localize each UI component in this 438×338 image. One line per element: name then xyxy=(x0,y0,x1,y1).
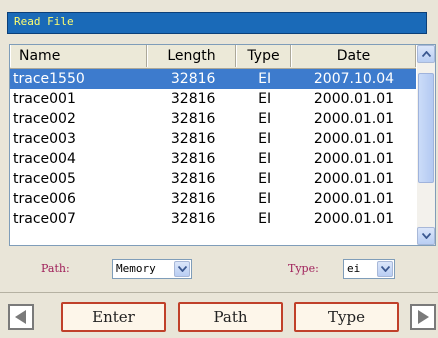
table-row[interactable]: trace1550 32816 EI 2007.10.04 xyxy=(10,69,416,89)
table-row[interactable]: trace004 32816 EI 2000.01.01 xyxy=(10,149,416,169)
cell-name: trace003 xyxy=(13,131,76,147)
chevron-down-icon xyxy=(380,266,390,272)
table-body: trace1550 32816 EI 2007.10.04 trace001 3… xyxy=(10,69,416,229)
function-button-bar: Enter Path Type xyxy=(0,300,438,334)
cell-date: 2000.01.01 xyxy=(313,171,395,187)
cell-date: 2000.01.01 xyxy=(313,111,395,127)
table-row[interactable]: trace002 32816 EI 2000.01.01 xyxy=(10,109,416,129)
type-label: Type: xyxy=(288,262,319,275)
cell-length: 32816 xyxy=(170,131,216,147)
cell-type: EI xyxy=(258,211,272,227)
cell-type: EI xyxy=(258,91,272,107)
cell-length: 32816 xyxy=(170,71,216,87)
chevron-down-icon xyxy=(177,266,187,272)
prev-button[interactable] xyxy=(8,304,34,330)
path-select[interactable]: Memory xyxy=(112,259,192,279)
path-button[interactable]: Path xyxy=(178,302,283,332)
cell-name: trace007 xyxy=(13,211,76,227)
cell-length: 32816 xyxy=(170,171,216,187)
cell-type: EI xyxy=(258,151,272,167)
cell-name: trace004 xyxy=(13,151,76,167)
cell-type: EI xyxy=(258,171,272,187)
cell-name: trace005 xyxy=(13,171,76,187)
cell-length: 32816 xyxy=(170,111,216,127)
cell-length: 32816 xyxy=(170,211,216,227)
window-title-bar: Read File xyxy=(7,12,427,34)
column-header-length[interactable]: Length xyxy=(147,45,236,67)
path-label: Path: xyxy=(41,262,70,275)
enter-button[interactable]: Enter xyxy=(61,302,166,332)
next-button[interactable] xyxy=(410,304,436,330)
triangle-right-icon xyxy=(418,310,429,324)
scroll-up-button[interactable] xyxy=(417,45,435,63)
triangle-up-icon xyxy=(421,51,431,57)
scroll-down-button[interactable] xyxy=(417,227,435,245)
cell-type: EI xyxy=(258,191,272,207)
window-title: Read File xyxy=(14,15,74,28)
cell-date: 2000.01.01 xyxy=(313,91,395,107)
cell-date: 2000.01.01 xyxy=(313,191,395,207)
path-dropdown-button[interactable] xyxy=(174,261,190,277)
table-row[interactable]: trace005 32816 EI 2000.01.01 xyxy=(10,169,416,189)
vertical-scrollbar[interactable] xyxy=(417,45,435,245)
cell-date: 2007.10.04 xyxy=(313,71,395,87)
scrollbar-thumb[interactable] xyxy=(418,73,434,183)
file-list[interactable]: Name Length Type Date trace1550 32816 EI… xyxy=(9,44,436,246)
type-dropdown-button[interactable] xyxy=(377,261,393,277)
table-header: Name Length Type Date xyxy=(10,45,416,69)
type-select-value: ei xyxy=(347,262,361,275)
column-header-date[interactable]: Date xyxy=(291,45,416,67)
cell-name: trace006 xyxy=(13,191,76,207)
cell-name: trace002 xyxy=(13,111,76,127)
cell-date: 2000.01.01 xyxy=(313,151,395,167)
path-select-value: Memory xyxy=(116,262,156,275)
divider xyxy=(0,292,438,293)
cell-date: 2000.01.01 xyxy=(313,131,395,147)
cell-date: 2000.01.01 xyxy=(313,211,395,227)
cell-name: trace001 xyxy=(13,91,76,107)
table-row[interactable]: trace003 32816 EI 2000.01.01 xyxy=(10,129,416,149)
table-row[interactable]: trace006 32816 EI 2000.01.01 xyxy=(10,189,416,209)
cell-type: EI xyxy=(258,131,272,147)
cell-type: EI xyxy=(258,111,272,127)
table-row[interactable]: trace007 32816 EI 2000.01.01 xyxy=(10,209,416,229)
path-controls: Path: Memory Type: ei xyxy=(0,256,438,286)
type-button[interactable]: Type xyxy=(294,302,399,332)
cell-name: trace1550 xyxy=(13,71,85,87)
cell-length: 32816 xyxy=(170,191,216,207)
table-row[interactable]: trace001 32816 EI 2000.01.01 xyxy=(10,89,416,109)
column-header-name[interactable]: Name xyxy=(10,45,147,67)
triangle-down-icon xyxy=(421,233,431,239)
triangle-left-icon xyxy=(15,310,26,324)
column-header-type[interactable]: Type xyxy=(236,45,291,67)
type-select[interactable]: ei xyxy=(343,259,395,279)
cell-type: EI xyxy=(258,71,272,87)
cell-length: 32816 xyxy=(170,91,216,107)
cell-length: 32816 xyxy=(170,151,216,167)
